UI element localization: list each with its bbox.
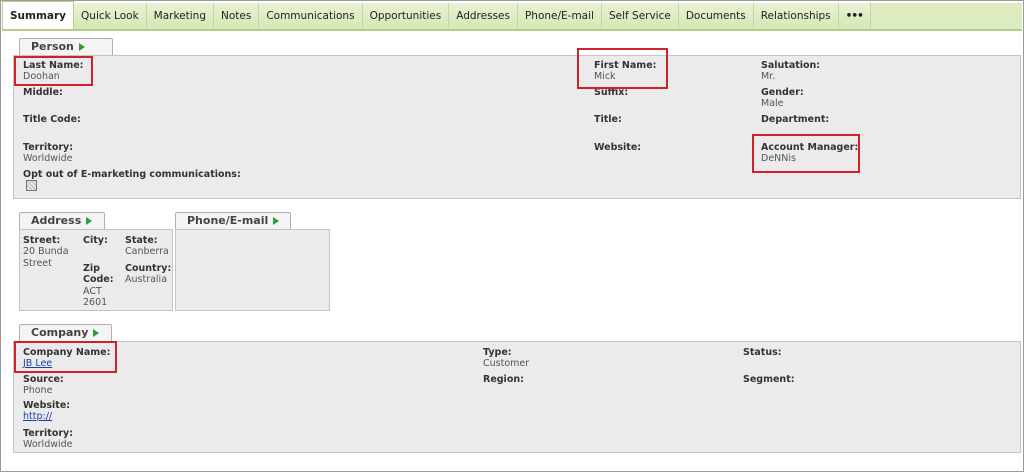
- territory-value: Worldwide: [23, 153, 73, 164]
- middle-label: Middle:: [23, 87, 63, 98]
- street-line1: 20 Bunda: [23, 246, 69, 257]
- gender-value: Male: [761, 98, 784, 109]
- region-label: Region:: [483, 374, 524, 385]
- tab-communications[interactable]: Communications: [259, 3, 363, 29]
- segment-label: Segment:: [743, 374, 795, 385]
- tab-opportunities[interactable]: Opportunities: [362, 3, 450, 29]
- department-label: Department:: [761, 114, 830, 125]
- tab-addresses[interactable]: Addresses: [449, 3, 518, 29]
- street-label: Street:: [23, 235, 61, 246]
- address-section-tab[interactable]: Address: [19, 212, 105, 229]
- expand-arrow-icon: [93, 329, 100, 337]
- tab-documents[interactable]: Documents: [678, 3, 754, 29]
- address-header: Address: [31, 214, 82, 227]
- territory-label: Territory:: [23, 142, 74, 153]
- tab-quick-look[interactable]: Quick Look: [74, 3, 147, 29]
- source-value: Phone: [23, 385, 53, 396]
- company-territory-label: Territory:: [23, 428, 74, 439]
- person-header: Person: [31, 40, 74, 53]
- company-territory-value: Worldwide: [23, 439, 73, 450]
- opt-out-label: Opt out of E-marketing communications:: [23, 169, 241, 180]
- company-name-highlight: [14, 341, 117, 373]
- company-header: Company: [31, 326, 89, 339]
- phone-section-tab[interactable]: Phone/E-mail: [175, 212, 291, 229]
- zip-line2: 2601: [83, 297, 108, 308]
- expand-arrow-icon: [78, 43, 85, 51]
- city-label: City:: [83, 235, 108, 246]
- salutation-label: Salutation:: [761, 60, 821, 71]
- tab-self-service[interactable]: Self Service: [601, 3, 679, 29]
- title-code-label: Title Code:: [23, 114, 81, 125]
- account-manager-highlight: [752, 134, 860, 173]
- tab-summary[interactable]: Summary: [2, 1, 75, 29]
- tab-marketing[interactable]: Marketing: [146, 3, 214, 29]
- last-name-highlight: [14, 56, 93, 86]
- country-value: Australia: [125, 274, 168, 285]
- tab-phone-email[interactable]: Phone/E-mail: [517, 3, 602, 29]
- gender-label: Gender:: [761, 87, 804, 98]
- person-section-tab[interactable]: Person: [19, 38, 113, 55]
- tab-bar: Summary Quick Look Marketing Notes Commu…: [2, 1, 1022, 31]
- phone-header: Phone/E-mail: [187, 214, 269, 227]
- phone-panel: [175, 229, 330, 311]
- company-section-tab[interactable]: Company: [19, 324, 112, 341]
- source-label: Source:: [23, 374, 64, 385]
- zip-label-line2: Code:: [83, 274, 114, 285]
- opt-out-checkbox[interactable]: [26, 180, 37, 191]
- type-label: Type:: [483, 347, 512, 358]
- company-website-link[interactable]: http://: [23, 411, 52, 422]
- person-website-label: Website:: [594, 142, 642, 153]
- company-website-label: Website:: [23, 400, 71, 411]
- salutation-value: Mr.: [761, 71, 776, 82]
- zip-line1: ACT: [83, 286, 102, 297]
- status-label: Status:: [743, 347, 782, 358]
- expand-arrow-icon: [86, 217, 93, 225]
- zip-label-line1: Zip: [83, 263, 100, 274]
- tab-relationships[interactable]: Relationships: [753, 3, 839, 29]
- expand-arrow-icon: [273, 217, 280, 225]
- tab-more-icon[interactable]: •••: [838, 3, 871, 29]
- title-label: Title:: [594, 114, 622, 125]
- state-value: Canberra: [125, 246, 169, 257]
- street-line2: Street: [23, 258, 52, 269]
- country-label: Country:: [125, 263, 172, 274]
- state-label: State:: [125, 235, 158, 246]
- window-frame: Summary Quick Look Marketing Notes Commu…: [0, 0, 1024, 472]
- type-value: Customer: [483, 358, 530, 369]
- first-name-highlight: [577, 48, 668, 89]
- tab-notes[interactable]: Notes: [214, 3, 260, 29]
